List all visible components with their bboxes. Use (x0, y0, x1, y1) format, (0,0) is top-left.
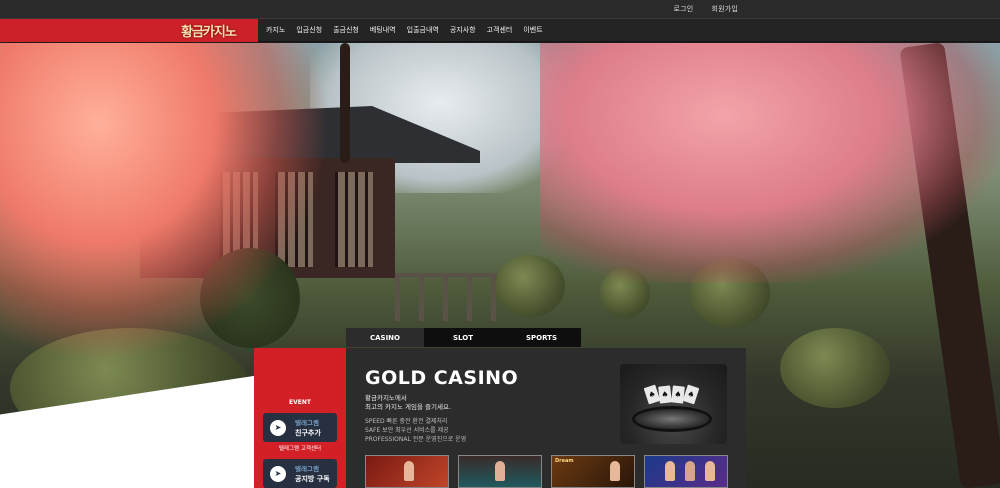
game-thumb-4[interactable] (644, 455, 728, 488)
intro-text: 황금카지노에서 최고의 카지노 게임을 즐기세요. (365, 394, 452, 411)
nav-notice[interactable]: 공지사항 (450, 25, 476, 35)
logo-area: 황금카지노 (0, 19, 258, 42)
login-link[interactable]: 로그인 (674, 4, 694, 14)
game-tabs: CASINO SLOT SPORTS (346, 328, 581, 347)
nav-betting-history[interactable]: 베팅내역 (370, 25, 396, 35)
top-bar: 로그인 회원가입 (0, 0, 1000, 19)
telegram-notice-button[interactable]: ➤ 텔레그램 공지방 구독 (263, 459, 337, 488)
telegram-support-label[interactable]: 텔레그램 고객센터 (254, 444, 346, 452)
nav-menu: 카지노 입금신청 출금신청 베팅내역 입출금내역 공지사항 고객센터 이벤트 (266, 25, 543, 35)
nav-event[interactable]: 이벤트 (523, 25, 542, 35)
cherry-blossom-foreground (0, 43, 330, 363)
game-thumbnails: Dream (365, 455, 728, 488)
page-title: GOLD CASINO (365, 367, 519, 389)
game-thumb-2[interactable] (458, 455, 542, 488)
roulette-wheel (632, 406, 712, 432)
roulette-cards-image: ♠ ♠ ♠ ♠ (620, 364, 727, 444)
signup-link[interactable]: 회원가입 (711, 4, 738, 14)
nav-withdraw[interactable]: 출금신청 (333, 25, 359, 35)
telegram-icon: ➤ (270, 465, 286, 482)
nav-support[interactable]: 고객센터 (487, 25, 513, 35)
game-thumb-3[interactable]: Dream (551, 455, 635, 488)
nav-transactions[interactable]: 입출금내역 (407, 25, 439, 35)
nav-deposit[interactable]: 입금신청 (296, 25, 322, 35)
tab-sports[interactable]: SPORTS (502, 328, 581, 347)
telegram-icon: ➤ (270, 419, 286, 436)
tab-slot[interactable]: SLOT (424, 328, 502, 347)
account-links: 로그인 회원가입 (674, 4, 738, 14)
cherry-blossom-tree (540, 43, 1000, 283)
main-navbar: 황금카지노 카지노 입금신청 출금신청 베팅내역 입출금내역 공지사항 고객센터… (0, 19, 1000, 42)
telegram-add-friend-button[interactable]: ➤ 텔레그램 친구추가 (263, 413, 337, 442)
game-thumb-1[interactable] (365, 455, 449, 488)
nav-casino[interactable]: 카지노 (266, 25, 285, 35)
feature-list: SPEED 빠른 충전 환전 결제처리 SAFE 보안 최우선 서비스를 제공 … (365, 418, 467, 443)
tab-casino[interactable]: CASINO (346, 328, 424, 347)
event-panel: EVENT ➤ 텔레그램 친구추가 ➤ 텔레그램 공지방 구독 (254, 348, 346, 488)
site-logo[interactable]: 황금카지노 (181, 21, 237, 40)
event-label: EVENT (289, 399, 311, 406)
